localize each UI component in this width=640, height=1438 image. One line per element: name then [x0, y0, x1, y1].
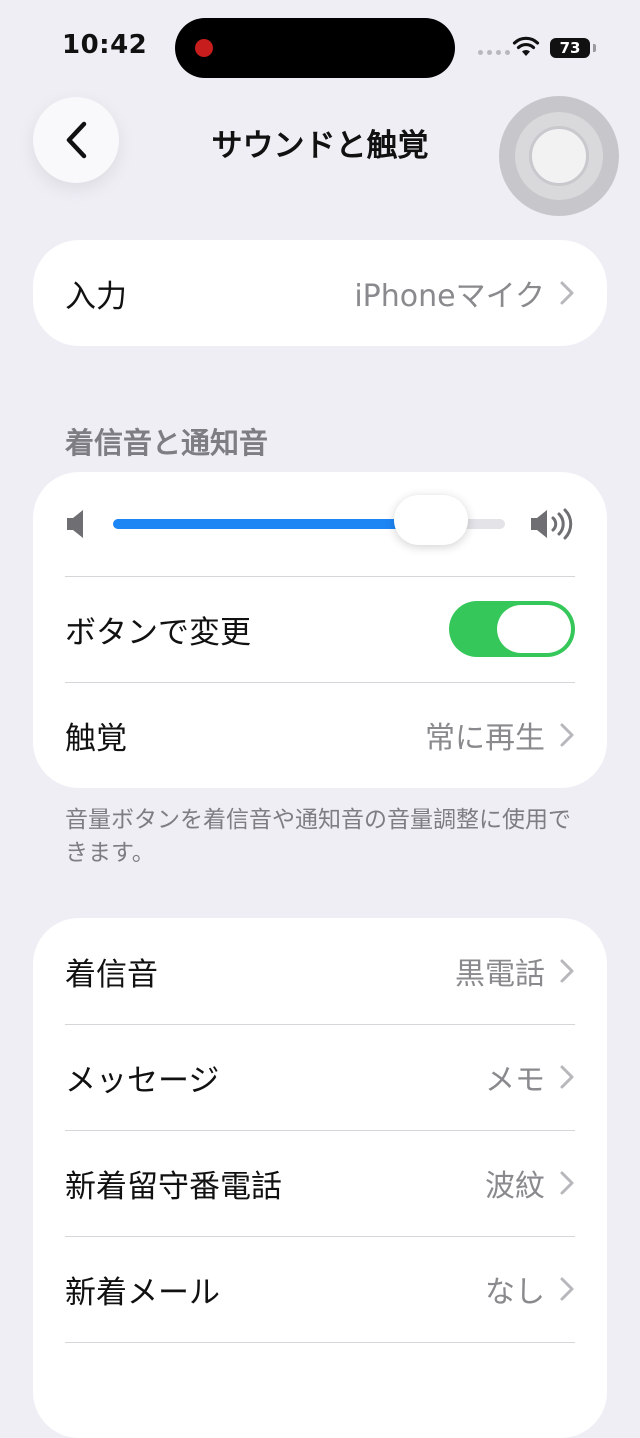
volume-slider-fill: [113, 519, 431, 529]
chevron-right-icon: [560, 1065, 574, 1089]
sound-label: メッセージ: [65, 1062, 220, 1099]
chevron-right-icon: [560, 281, 574, 305]
volume-slider-row: [33, 472, 607, 576]
speaker-low-icon: [67, 510, 83, 538]
sound-value: メモ: [485, 1063, 545, 1098]
sound-value: 波紋: [485, 1169, 545, 1204]
chevron-right-icon: [560, 1277, 574, 1301]
change-with-buttons-row: ボタンで変更: [33, 576, 607, 682]
dynamic-island: [175, 18, 455, 78]
sound-label: 新着メール: [65, 1274, 220, 1311]
haptics-row[interactable]: 触覚 常に再生: [33, 682, 607, 788]
volume-slider-thumb[interactable]: [393, 495, 468, 545]
status-time: 10:42: [62, 30, 148, 60]
recording-indicator-icon: [195, 39, 213, 57]
sound-label: 着信音: [65, 956, 158, 993]
haptics-value: 常に再生: [425, 721, 545, 756]
change-with-buttons-label: ボタンで変更: [65, 614, 251, 651]
wifi-icon: [512, 36, 540, 56]
input-label: 入力: [65, 278, 127, 315]
sound-label: 新着留守番電話: [65, 1168, 282, 1205]
sound-row-new-mail[interactable]: 新着メール なし: [33, 1236, 607, 1342]
sound-row-message[interactable]: メッセージ メモ: [33, 1024, 607, 1130]
assistive-touch-button[interactable]: [499, 96, 619, 216]
change-with-buttons-toggle[interactable]: [449, 601, 575, 657]
toggle-knob: [497, 605, 571, 653]
section-footer-text: 音量ボタンを着信音や通知音の音量調整に使用できます。: [65, 807, 571, 866]
sound-row-voicemail[interactable]: 新着留守番電話 波紋: [33, 1130, 607, 1236]
section-header-ringtones: 着信音と通知音: [65, 426, 269, 460]
sound-value: なし: [485, 1275, 545, 1310]
input-row[interactable]: 入力 iPhoneマイク: [33, 240, 607, 346]
cellular-signal-icon: [478, 50, 510, 55]
haptics-label: 触覚: [65, 720, 127, 757]
speaker-high-icon: [531, 508, 573, 540]
volume-slider[interactable]: [113, 495, 505, 545]
chevron-right-icon: [560, 959, 574, 983]
sound-row-ringtone[interactable]: 着信音 黒電話: [33, 918, 607, 1024]
chevron-right-icon: [560, 1171, 574, 1195]
battery-indicator: 73: [550, 38, 596, 58]
ringtone-volume-card: ボタンで変更 触覚 常に再生: [33, 472, 607, 788]
chevron-right-icon: [560, 723, 574, 747]
input-card: 入力 iPhoneマイク: [33, 240, 607, 346]
sounds-card: 着信音 黒電話 メッセージ メモ 新着留守番電話 波紋 新着メール なし: [33, 918, 607, 1438]
sound-value: 黒電話: [455, 957, 545, 992]
input-value: iPhoneマイク: [354, 279, 545, 314]
sound-row-partial[interactable]: [33, 1342, 607, 1438]
